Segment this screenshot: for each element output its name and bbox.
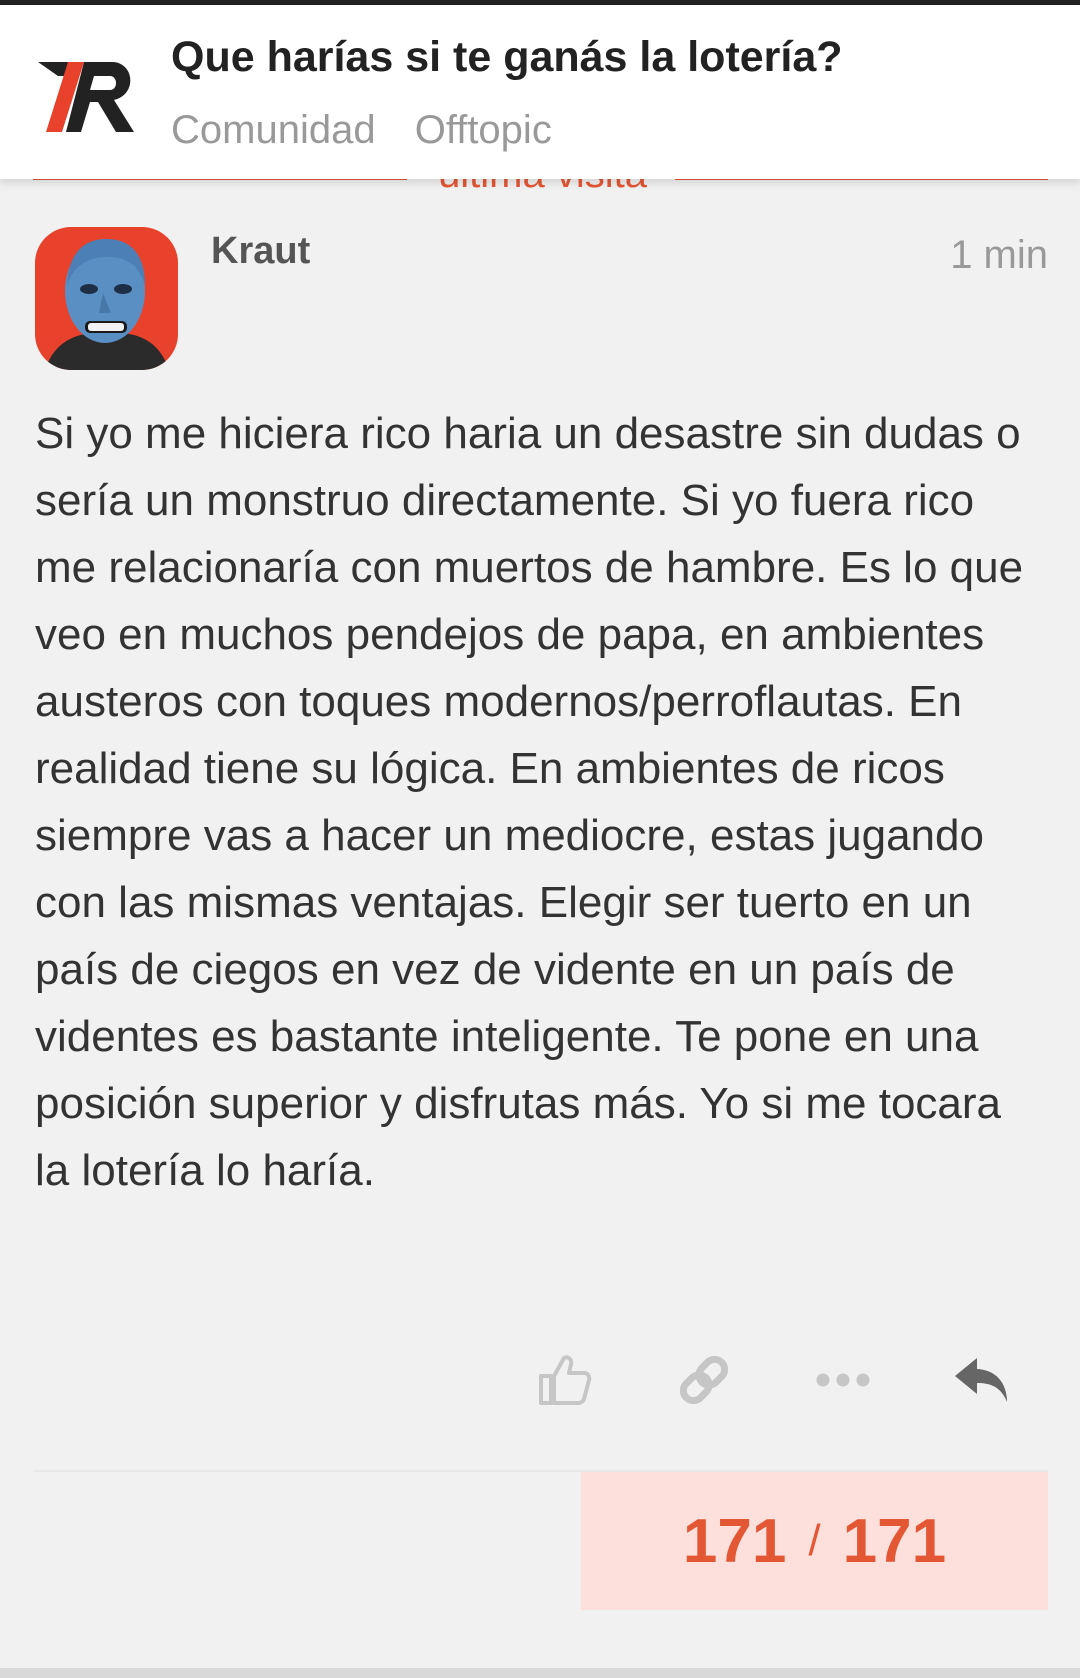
site-logo[interactable] xyxy=(38,50,142,140)
breadcrumb: Comunidad Offtopic xyxy=(171,108,580,153)
progress-total: 171 xyxy=(842,1506,947,1576)
breadcrumb-subcategory[interactable]: Offtopic xyxy=(415,108,552,152)
share-link-button[interactable] xyxy=(664,1340,744,1420)
like-icon xyxy=(539,1355,592,1405)
topic-progress[interactable]: 171 / 171 xyxy=(581,1472,1048,1610)
bottom-edge xyxy=(0,1668,1080,1678)
breadcrumb-category[interactable]: Comunidad xyxy=(171,108,376,152)
avatar[interactable] xyxy=(35,227,178,370)
post-time[interactable]: 1 min xyxy=(950,233,1048,278)
reply-icon xyxy=(955,1358,1007,1402)
post-body: Si yo me hiciera rico haria un desastre … xyxy=(35,409,1024,1195)
link-icon xyxy=(679,1355,729,1405)
more-icon xyxy=(816,1373,870,1387)
post-username[interactable]: Kraut xyxy=(211,230,310,273)
reply-button[interactable] xyxy=(942,1340,1022,1420)
more-options-button[interactable] xyxy=(803,1340,883,1420)
progress-current: 171 xyxy=(682,1506,787,1576)
progress-separator: / xyxy=(808,1516,821,1565)
like-button[interactable] xyxy=(524,1340,604,1420)
post-actions xyxy=(0,1340,1080,1420)
topic-header: Que harías si te ganás la lotería? Comun… xyxy=(0,5,1080,179)
topic-title[interactable]: Que harías si te ganás la lotería? xyxy=(171,33,843,82)
